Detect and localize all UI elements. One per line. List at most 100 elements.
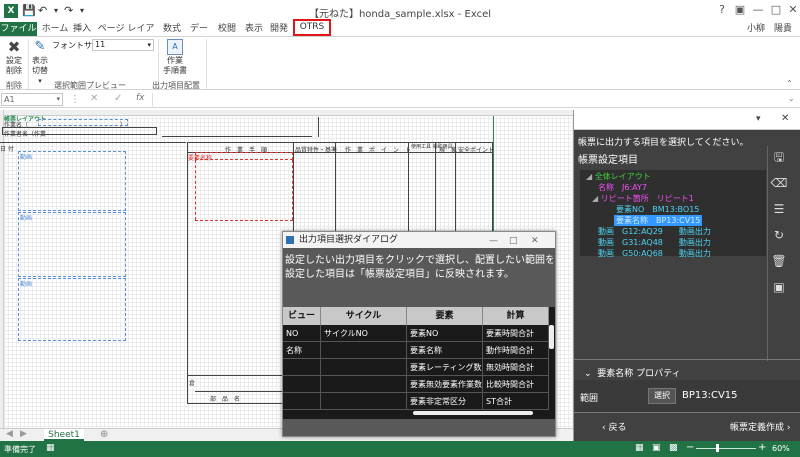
col-header-calc: 計算 — [483, 307, 549, 325]
cell-empty[interactable] — [283, 359, 321, 376]
pane-close-icon[interactable]: ✕ — [781, 113, 789, 124]
tree-item-element-no[interactable]: 要素NO BM13:BO15 — [616, 204, 699, 215]
cell-element-time-total[interactable]: 要素時間合計 — [483, 325, 549, 342]
help-icon[interactable]: ? — [715, 3, 729, 16]
add-sheet-icon[interactable]: ⊕ — [100, 429, 108, 440]
display-toggle-button[interactable]: ✎ 表示 切替 ▾ — [30, 39, 50, 86]
tab-insert[interactable]: 挿入 — [71, 22, 93, 36]
cell-empty[interactable] — [321, 359, 407, 376]
element-name-bottom — [195, 220, 293, 221]
cell-element-no[interactable]: 要素NO — [407, 325, 483, 342]
minimize-icon[interactable]: — — [751, 3, 765, 16]
save-icon[interactable]: 🖫 — [770, 148, 788, 166]
zoom-in-icon[interactable]: + — [758, 442, 766, 453]
dialog-maximize-icon[interactable]: □ — [509, 233, 518, 249]
formula-input[interactable] — [152, 93, 784, 106]
dialog-title-bar[interactable]: 出力項目選択ダイアログ — □ ✕ — [283, 232, 555, 248]
property-header[interactable]: ⌄ 要素名称 プロパティ — [584, 366, 681, 379]
tab-review[interactable]: 校閲 — [216, 22, 238, 36]
range-label: 範囲 — [580, 394, 599, 404]
cell-element-rating[interactable]: 要素レーティング数 — [407, 359, 483, 376]
enter-icon[interactable]: ✓ — [114, 93, 122, 104]
page-break-view-icon[interactable]: ▩ — [669, 443, 678, 453]
cell-empty[interactable] — [283, 376, 321, 393]
frame-icon[interactable]: ▣ — [770, 278, 788, 296]
tab-file[interactable]: ファイル — [0, 22, 37, 36]
page-layout-view-icon[interactable]: ▣ — [652, 443, 661, 453]
expand-formula-icon[interactable]: ⌄ — [788, 94, 795, 103]
zoom-out-icon[interactable]: − — [686, 442, 694, 453]
trash-icon[interactable]: 🗑 — [770, 252, 788, 270]
cell-empty[interactable] — [283, 393, 321, 410]
cell-element-nonsteady[interactable]: 要素非定常区分 — [407, 393, 483, 410]
cell-empty[interactable] — [321, 393, 407, 410]
tab-view[interactable]: 表示 — [243, 22, 265, 36]
display-toggle-label-1: 表示 — [32, 56, 48, 65]
otrs-task-pane: ▾ ✕ 帳票に出力する項目を選択してください。 帳票設定項目 ◢ 全体レイアウト… — [573, 110, 800, 441]
cell-invalid-time-total[interactable]: 無効時間合計 — [483, 359, 549, 376]
ribbon-options-icon[interactable]: ▣ — [733, 3, 747, 16]
font-size-select[interactable]: 11 ▾ — [92, 39, 154, 51]
cell-motion-time-total[interactable]: 動作時間合計 — [483, 342, 549, 359]
tab-home[interactable]: ホーム — [40, 22, 70, 36]
tree-item-overall[interactable]: ◢ 全体レイアウト — [586, 171, 651, 182]
dialog-close-icon[interactable]: ✕ — [531, 233, 539, 249]
tree-item-video-2[interactable]: 動画 G31:AQ48 動画出力 — [598, 237, 711, 248]
user-name[interactable]: 小柳 陽貴 — [747, 22, 792, 36]
settings-tree[interactable]: ◢ 全体レイアウト 名称 J6:AY7 ◢ リピート箇所 リピート1 要素NO … — [580, 170, 766, 259]
normal-view-icon[interactable]: ▦ — [635, 443, 644, 453]
horizontal-scrollbar[interactable] — [413, 411, 533, 415]
eraser-icon[interactable]: ⌫ — [770, 174, 788, 192]
sheet-tab-sheet1[interactable]: Sheet1 — [44, 429, 84, 441]
tree-item-video-1[interactable]: 動画 G12:AQ29 動画出力 — [598, 226, 711, 237]
pane-menu-icon[interactable]: ▾ — [756, 114, 761, 124]
dialog-minimize-icon[interactable]: — — [489, 233, 498, 249]
group-label-output: 出力項目配置 — [152, 81, 200, 90]
select-range-button[interactable]: 選択 — [648, 388, 676, 404]
tab-otrs[interactable]: OTRS — [293, 19, 331, 36]
macro-record-icon[interactable]: ▦ — [46, 443, 55, 453]
parts-cell: 部 品 名 — [210, 396, 241, 403]
settings-delete-label-1: 設定 — [6, 56, 22, 65]
cancel-icon[interactable]: ✕ — [90, 93, 98, 104]
cell-view-no[interactable]: NO — [283, 325, 321, 342]
work-procedure-button[interactable]: A 作業 手順書 — [160, 39, 190, 76]
cell-empty[interactable] — [321, 342, 407, 359]
video-range-1 — [18, 151, 126, 211]
back-button[interactable]: ‹ 戻る — [602, 420, 626, 433]
tab-formulas[interactable]: 数式 — [160, 22, 184, 36]
cell-cycle-no[interactable]: サイクルNO — [321, 325, 407, 342]
close-icon[interactable]: ✕ — [786, 3, 800, 16]
collapse-ribbon-icon[interactable]: ⌃ — [786, 79, 793, 88]
cell-element-invalid-count[interactable]: 要素無効要素作業数 — [407, 376, 483, 393]
vertical-scrollbar[interactable] — [549, 325, 554, 349]
tree-item-video-3[interactable]: 動画 G50:AQ68 動画出力 — [598, 248, 711, 259]
cell-compare-time-total[interactable]: 比較時間合計 — [483, 376, 549, 393]
tab-page-layout[interactable]: ページ レイアウト — [96, 22, 156, 48]
create-definition-button[interactable]: 帳票定義作成 › — [730, 420, 790, 433]
name-box-value: A1 — [4, 95, 15, 104]
cell-element-name[interactable]: 要素名称 — [407, 342, 483, 359]
prev-sheet-icon[interactable]: ◀ — [6, 429, 13, 439]
list-icon[interactable]: ☰ — [770, 200, 788, 218]
zoom-level[interactable]: 60% — [772, 444, 790, 453]
tree-item-element-name[interactable]: 要素名称 BP13:CV15 — [614, 215, 703, 226]
cell-empty[interactable] — [321, 376, 407, 393]
tree-item-repeat[interactable]: ◢ リピート箇所 リピート1 — [592, 193, 694, 204]
cell-st-total[interactable]: ST合計 — [483, 393, 549, 410]
refresh-icon[interactable]: ↻ — [770, 226, 788, 244]
tree-item-name[interactable]: 名称 J6:AY7 — [598, 182, 647, 193]
maximize-icon[interactable]: □ — [769, 3, 783, 16]
zoom-slider[interactable] — [696, 448, 756, 449]
cell-view-name[interactable]: 名称 — [283, 342, 321, 359]
zoom-slider-thumb[interactable] — [716, 444, 719, 452]
tab-developer[interactable]: 開発 — [268, 22, 290, 36]
name-box[interactable]: A1 ▾ — [1, 93, 63, 106]
dialog-message-1: 設定したい出力項目をクリックで選択し、配置したい範囲を — [285, 255, 553, 266]
tab-data[interactable]: データ — [186, 22, 212, 48]
range-value: BP13:CV15 — [682, 390, 738, 401]
work-procedure-label-2: 手順書 — [163, 66, 187, 75]
next-sheet-icon[interactable]: ▶ — [20, 429, 27, 439]
function-icon[interactable]: fx — [136, 93, 145, 103]
settings-delete-button[interactable]: ✖ 設定 削除 — [2, 39, 26, 76]
